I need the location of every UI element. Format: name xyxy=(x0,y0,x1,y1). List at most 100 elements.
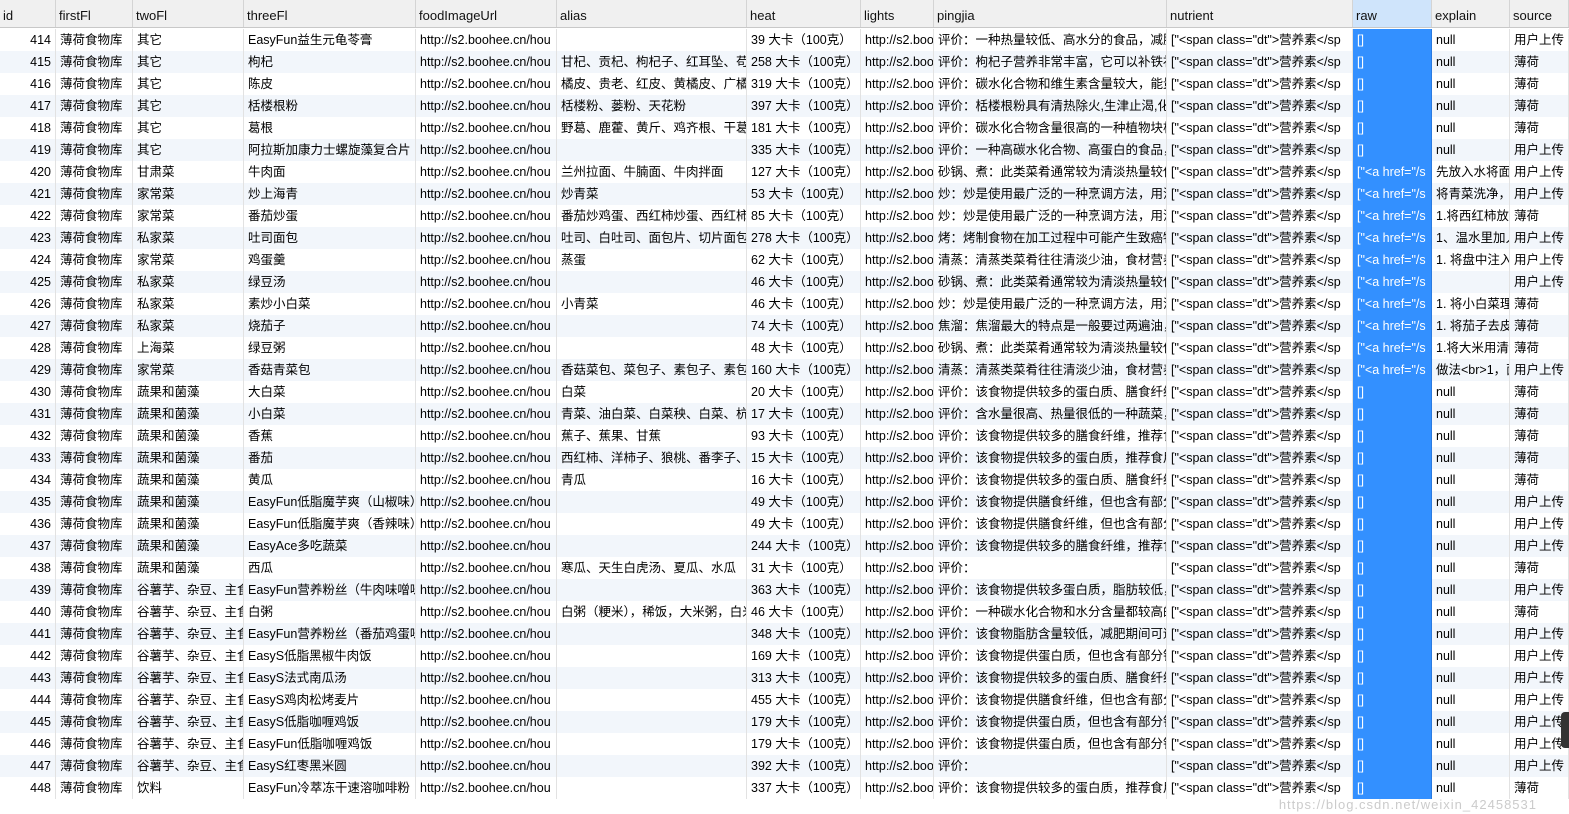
cell-explain[interactable]: 1.将西红柿放在 xyxy=(1432,205,1510,227)
cell-pingjia[interactable]: 评价：该食物提供膳食纤维，但也含有部分钠 xyxy=(934,491,1167,513)
cell-id[interactable]: 444 xyxy=(0,689,56,711)
cell-heat[interactable]: 337 大卡（100克） xyxy=(747,777,861,799)
cell-twoFl[interactable]: 蔬果和菌藻 xyxy=(133,513,244,535)
cell-explain[interactable]: null xyxy=(1432,491,1510,513)
cell-foodImageUrl[interactable]: http://s2.boohee.cn/hou xyxy=(416,381,557,403)
cell-source[interactable]: 薄荷 xyxy=(1510,95,1569,117)
cell-nutrient[interactable]: ["<span class="dt">营养素</sp xyxy=(1167,535,1353,557)
cell-alias[interactable] xyxy=(557,733,747,755)
cell-heat[interactable]: 313 大卡（100克） xyxy=(747,667,861,689)
cell-pingjia[interactable]: 评价：一种热量较低、高水分的食品，减肥期 xyxy=(934,29,1167,51)
cell-firstFl[interactable]: 薄荷食物库 xyxy=(56,337,133,359)
cell-source[interactable]: 薄荷 xyxy=(1510,51,1569,73)
cell-nutrient[interactable]: ["<span class="dt">营养素</sp xyxy=(1167,139,1353,161)
cell-nutrient[interactable]: ["<span class="dt">营养素</sp xyxy=(1167,117,1353,139)
cell-explain[interactable]: null xyxy=(1432,95,1510,117)
cell-threeFl[interactable]: EasyFun益生元龟苓膏 xyxy=(244,29,416,51)
cell-id[interactable]: 418 xyxy=(0,117,56,139)
cell-lights[interactable]: http://s2.boo xyxy=(861,711,934,733)
cell-nutrient[interactable]: ["<span class="dt">营养素</sp xyxy=(1167,733,1353,755)
cell-source[interactable]: 薄荷 xyxy=(1510,73,1569,95)
cell-twoFl[interactable]: 私家菜 xyxy=(133,315,244,337)
column-header-foodImageUrl[interactable]: foodImageUrl xyxy=(416,0,557,27)
column-header-source[interactable]: source xyxy=(1510,0,1569,27)
cell-lights[interactable]: http://s2.boo xyxy=(861,447,934,469)
cell-source[interactable]: 用户上传 xyxy=(1510,161,1569,183)
cell-twoFl[interactable]: 蔬果和菌藻 xyxy=(133,403,244,425)
cell-firstFl[interactable]: 薄荷食物库 xyxy=(56,95,133,117)
cell-raw[interactable]: [] xyxy=(1353,601,1432,623)
cell-pingjia[interactable]: 评价： xyxy=(934,755,1167,777)
cell-id[interactable]: 420 xyxy=(0,161,56,183)
column-header-firstFl[interactable]: firstFl xyxy=(56,0,133,27)
table-row[interactable]: 435 薄荷食物库 蔬果和菌藻 EasyFun低脂魔芋爽（山椒味） http://s2.… xyxy=(0,491,1569,513)
cell-source[interactable]: 用户上传 xyxy=(1510,227,1569,249)
cell-explain[interactable]: 将青菜洗净，切 xyxy=(1432,183,1510,205)
cell-explain[interactable]: 1、温水里加入 xyxy=(1432,227,1510,249)
cell-heat[interactable]: 20 大卡（100克） xyxy=(747,381,861,403)
cell-explain[interactable]: null xyxy=(1432,711,1510,733)
cell-foodImageUrl[interactable]: http://s2.boohee.cn/hou xyxy=(416,337,557,359)
cell-alias[interactable] xyxy=(557,29,747,51)
cell-explain[interactable]: null xyxy=(1432,623,1510,645)
cell-alias[interactable] xyxy=(557,667,747,689)
cell-explain[interactable]: null xyxy=(1432,733,1510,755)
cell-lights[interactable]: http://s2.boo xyxy=(861,161,934,183)
cell-twoFl[interactable]: 其它 xyxy=(133,73,244,95)
cell-lights[interactable]: http://s2.boo xyxy=(861,315,934,337)
cell-alias[interactable]: 炒青菜 xyxy=(557,183,747,205)
cell-raw[interactable]: ["<a href="/s xyxy=(1353,205,1432,227)
cell-alias[interactable] xyxy=(557,755,747,777)
cell-lights[interactable]: http://s2.boo xyxy=(861,579,934,601)
cell-threeFl[interactable]: 葛根 xyxy=(244,117,416,139)
cell-nutrient[interactable]: ["<span class="dt">营养素</sp xyxy=(1167,359,1353,381)
cell-pingjia[interactable]: 评价：该食物提供蛋白质，但也含有部分钠， xyxy=(934,711,1167,733)
cell-twoFl[interactable]: 家常菜 xyxy=(133,205,244,227)
cell-raw[interactable]: [] xyxy=(1353,51,1432,73)
cell-firstFl[interactable]: 薄荷食物库 xyxy=(56,381,133,403)
cell-alias[interactable] xyxy=(557,491,747,513)
cell-source[interactable]: 薄荷 xyxy=(1510,205,1569,227)
cell-lights[interactable]: http://s2.boo xyxy=(861,469,934,491)
cell-foodImageUrl[interactable]: http://s2.boohee.cn/hou xyxy=(416,293,557,315)
cell-source[interactable]: 薄荷 xyxy=(1510,403,1569,425)
cell-firstFl[interactable]: 薄荷食物库 xyxy=(56,293,133,315)
cell-heat[interactable]: 85 大卡（100克） xyxy=(747,205,861,227)
cell-nutrient[interactable]: ["<span class="dt">营养素</sp xyxy=(1167,315,1353,337)
cell-twoFl[interactable]: 谷薯芋、杂豆、主食 xyxy=(133,667,244,689)
cell-foodImageUrl[interactable]: http://s2.boohee.cn/hou xyxy=(416,601,557,623)
table-row[interactable]: 445 薄荷食物库 谷薯芋、杂豆、主食 EasyS低脂咖喱鸡饭 http://s2.bo… xyxy=(0,711,1569,733)
cell-heat[interactable]: 455 大卡（100克） xyxy=(747,689,861,711)
cell-pingjia[interactable]: 评价：该食物提供膳食纤维，但也含有部分钠 xyxy=(934,513,1167,535)
cell-alias[interactable] xyxy=(557,777,747,799)
cell-threeFl[interactable]: EasyFun营养粉丝（牛肉味噌味 xyxy=(244,579,416,601)
cell-raw[interactable]: [] xyxy=(1353,513,1432,535)
cell-threeFl[interactable]: 枸杞 xyxy=(244,51,416,73)
cell-threeFl[interactable]: 小白菜 xyxy=(244,403,416,425)
cell-id[interactable]: 446 xyxy=(0,733,56,755)
cell-source[interactable]: 用户上传 xyxy=(1510,491,1569,513)
cell-threeFl[interactable]: EasyFun冷萃冻干速溶咖啡粉 xyxy=(244,777,416,799)
cell-id[interactable]: 443 xyxy=(0,667,56,689)
cell-lights[interactable]: http://s2.boo xyxy=(861,205,934,227)
table-row[interactable]: 437 薄荷食物库 蔬果和菌藻 EasyAce多吃蔬菜 http://s2.boohee… xyxy=(0,535,1569,557)
cell-twoFl[interactable]: 谷薯芋、杂豆、主食 xyxy=(133,645,244,667)
cell-firstFl[interactable]: 薄荷食物库 xyxy=(56,623,133,645)
cell-threeFl[interactable]: 鸡蛋羹 xyxy=(244,249,416,271)
cell-foodImageUrl[interactable]: http://s2.boohee.cn/hou xyxy=(416,117,557,139)
cell-explain[interactable]: 1. 将盘中注入 xyxy=(1432,249,1510,271)
cell-twoFl[interactable]: 私家菜 xyxy=(133,293,244,315)
cell-threeFl[interactable]: 牛肉面 xyxy=(244,161,416,183)
cell-alias[interactable] xyxy=(557,139,747,161)
cell-explain[interactable]: null xyxy=(1432,51,1510,73)
cell-lights[interactable]: http://s2.boo xyxy=(861,623,934,645)
cell-lights[interactable]: http://s2.boo xyxy=(861,227,934,249)
cell-raw[interactable]: [] xyxy=(1353,579,1432,601)
cell-nutrient[interactable]: ["<span class="dt">营养素</sp xyxy=(1167,95,1353,117)
cell-firstFl[interactable]: 薄荷食物库 xyxy=(56,711,133,733)
cell-foodImageUrl[interactable]: http://s2.boohee.cn/hou xyxy=(416,51,557,73)
cell-foodImageUrl[interactable]: http://s2.boohee.cn/hou xyxy=(416,689,557,711)
cell-nutrient[interactable]: ["<span class="dt">营养素</sp xyxy=(1167,601,1353,623)
cell-raw[interactable]: ["<a href="/s xyxy=(1353,161,1432,183)
cell-threeFl[interactable]: EasyAce多吃蔬菜 xyxy=(244,535,416,557)
